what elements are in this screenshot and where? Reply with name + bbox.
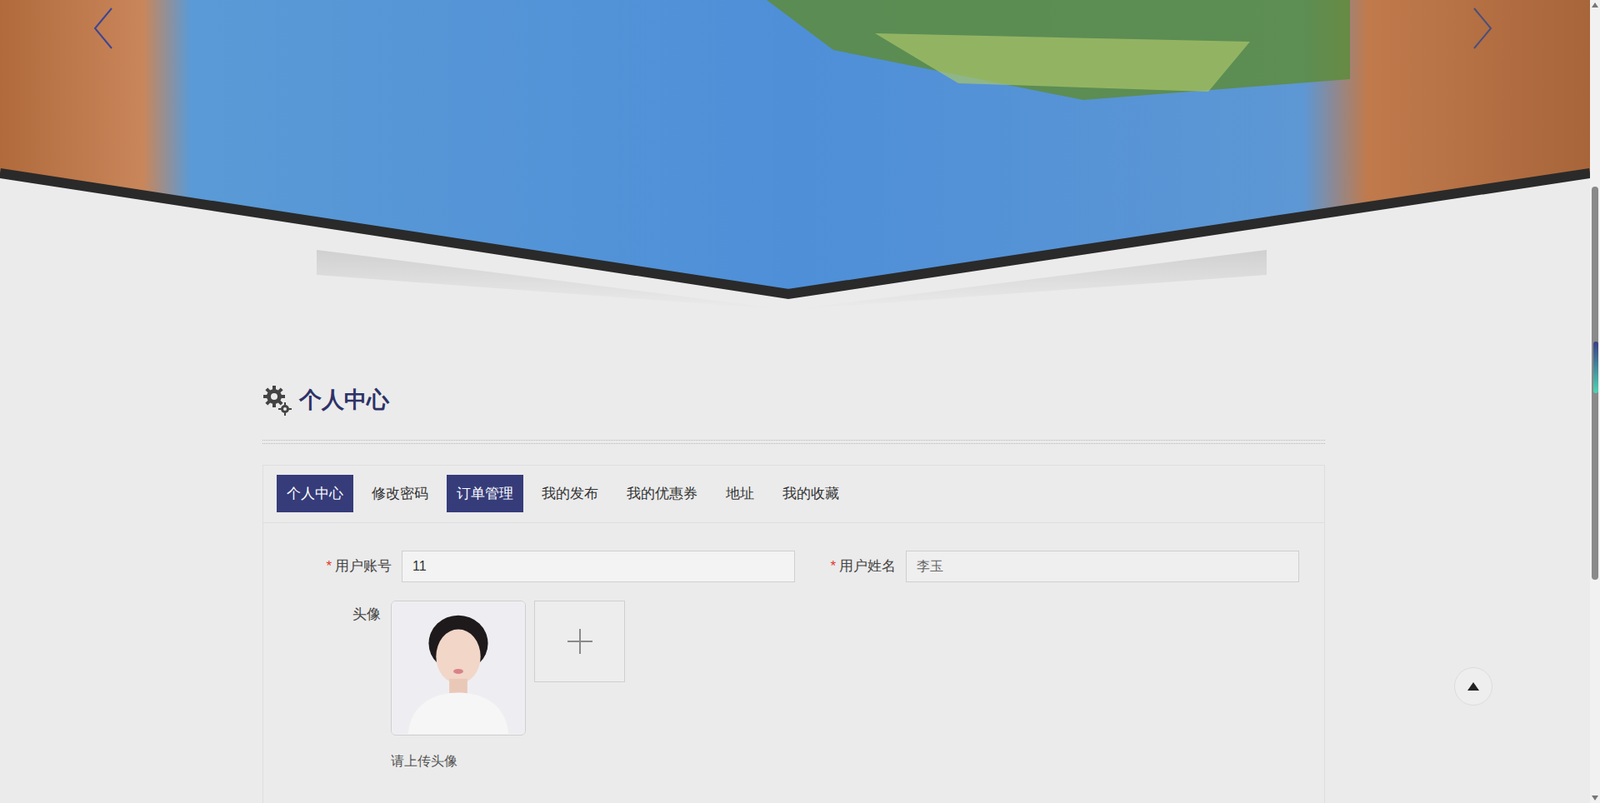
tab[interactable]: 我的发布: [531, 475, 609, 513]
scroll-indicator: [1593, 341, 1599, 394]
text-input[interactable]: [401, 550, 795, 583]
form-field: *用户账号: [263, 550, 797, 583]
label-text: 用户账号: [335, 555, 392, 578]
profile-form: *用户账号*用户姓名 头像: [263, 523, 1325, 772]
tab-panel: 个人中心修改密码订单管理我的发布我的优惠券地址我的收藏 *用户账号*用户姓名 头…: [262, 465, 1325, 803]
avatar-list: [390, 600, 625, 736]
tab[interactable]: 订单管理: [446, 475, 524, 513]
required-mark: *: [325, 555, 332, 578]
back-to-top-button[interactable]: [1454, 667, 1493, 706]
scrollbar[interactable]: [1590, 0, 1600, 803]
carousel-prev-icon[interactable]: [91, 6, 115, 50]
title-divider: [262, 440, 1325, 445]
avatar-image: [390, 600, 526, 736]
tab[interactable]: 地址: [715, 475, 765, 513]
avatar-label: 头像: [263, 600, 391, 772]
avatar-row: 头像: [263, 600, 1325, 772]
tab[interactable]: 我的收藏: [772, 475, 850, 513]
banner: [0, 0, 1590, 309]
avatar-photo-icon: [391, 600, 525, 735]
avatar-hint: 请上传头像: [390, 751, 625, 772]
tab[interactable]: 个人中心: [276, 475, 354, 513]
avatar-box: 请上传头像: [390, 600, 625, 772]
tab[interactable]: 修改密码: [361, 475, 439, 513]
gear-icon: [262, 383, 293, 417]
main-area: 个人中心 个人中心修改密码订单管理我的发布我的优惠券地址我的收藏 *用户账号*用…: [0, 0, 1590, 803]
tab-bar: 个人中心修改密码订单管理我的发布我的优惠券地址我的收藏: [263, 465, 1325, 524]
required-mark: *: [830, 555, 836, 578]
scroll-down-icon[interactable]: [1591, 795, 1599, 802]
page: 个人中心 个人中心修改密码订单管理我的发布我的优惠券地址我的收藏 *用户账号*用…: [0, 0, 1600, 803]
field-row: *用户账号*用户姓名: [263, 550, 1325, 583]
banner-image: [0, 0, 1590, 309]
carousel-next-icon[interactable]: [1470, 6, 1495, 50]
plus-icon: [567, 629, 593, 655]
field-label: *用户账号: [263, 555, 402, 578]
arrow-up-icon: [1467, 682, 1480, 691]
content: 个人中心 个人中心修改密码订单管理我的发布我的优惠券地址我的收藏 *用户账号*用…: [262, 308, 1325, 803]
form-field: *用户姓名: [796, 550, 1314, 583]
label-text: 用户姓名: [839, 555, 896, 578]
text-input[interactable]: [905, 550, 1300, 583]
scroll-up-icon[interactable]: [1591, 1, 1599, 9]
upload-button[interactable]: [534, 600, 625, 683]
field-label: *用户姓名: [796, 555, 906, 578]
section-title: 个人中心: [262, 383, 1325, 417]
page-heading: 个人中心: [299, 389, 390, 412]
tab[interactable]: 我的优惠券: [616, 475, 708, 513]
